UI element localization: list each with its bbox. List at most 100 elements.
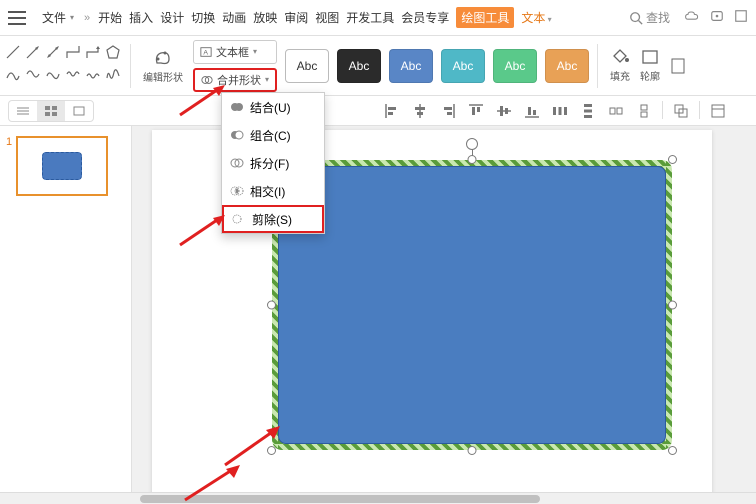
outline-tool[interactable]: 轮廓 xyxy=(636,48,664,83)
menu-intersect-label: 相交(I) xyxy=(250,183,285,200)
line-shapes-gallery[interactable] xyxy=(4,45,122,87)
outline-view-btn[interactable] xyxy=(9,101,37,121)
horizontal-scrollbar[interactable] xyxy=(0,492,756,504)
menu-intersect[interactable]: 相交(I) xyxy=(222,177,324,205)
settings-icon[interactable] xyxy=(734,9,748,26)
equal-width-btn[interactable] xyxy=(606,101,626,121)
arrow-icon[interactable] xyxy=(25,44,41,65)
menu-combine[interactable]: 组合(C) xyxy=(222,121,324,149)
style-white[interactable]: Abc xyxy=(285,49,329,83)
tab-design[interactable]: 设计 xyxy=(160,9,184,26)
handle-ne[interactable] xyxy=(668,155,677,164)
tab-text-tools[interactable]: 文本 xyxy=(521,9,551,26)
menu-icon xyxy=(8,11,26,25)
ribbon-tabs: 开始 插入 设计 切换 动画 放映 审阅 视图 开发工具 会员专享 绘图工具 文… xyxy=(98,7,629,28)
tab-transition[interactable]: 切换 xyxy=(191,9,215,26)
curve2-icon[interactable] xyxy=(25,66,41,87)
style-blue[interactable]: Abc xyxy=(389,49,433,83)
edit-shape-tool[interactable]: 编辑形状 xyxy=(139,47,187,84)
align-top-btn[interactable] xyxy=(466,101,486,121)
wave2-icon[interactable] xyxy=(85,66,101,87)
align-middle-btn[interactable] xyxy=(494,101,514,121)
shape-style-gallery: Abc Abc Abc Abc Abc Abc xyxy=(285,49,589,83)
fill-tool[interactable]: 填充 xyxy=(606,48,634,83)
bucket-icon xyxy=(610,48,630,66)
line-icon[interactable] xyxy=(5,44,21,65)
style-teal[interactable]: Abc xyxy=(441,49,485,83)
tab-member[interactable]: 会员专享 xyxy=(401,9,449,26)
tab-play[interactable]: 放映 xyxy=(253,9,277,26)
handle-n[interactable] xyxy=(468,155,477,164)
divider xyxy=(597,44,598,88)
search-icon xyxy=(629,11,643,25)
overflow-icon[interactable]: » xyxy=(84,12,90,24)
textbox-dropdown[interactable]: A 文本框 ▾ xyxy=(193,40,277,64)
combine-shapes-dropdown[interactable]: 合并形状 ▾ xyxy=(193,68,277,92)
menu-combine-label: 组合(C) xyxy=(250,127,291,144)
selected-shape[interactable] xyxy=(272,160,672,450)
search-label: 查找 xyxy=(646,9,670,26)
distribute-v-btn[interactable] xyxy=(578,101,598,121)
double-arrow-icon[interactable] xyxy=(45,44,61,65)
wave-icon[interactable] xyxy=(65,66,81,87)
handle-e[interactable] xyxy=(668,301,677,310)
style-green[interactable]: Abc xyxy=(493,49,537,83)
sub-toolbar xyxy=(0,96,756,126)
tab-start[interactable]: 开始 xyxy=(98,9,122,26)
file-menu[interactable]: 文件 ▾ xyxy=(42,9,74,26)
menu-subtract[interactable]: 剪除(S) xyxy=(222,205,324,233)
tab-animation[interactable]: 动画 xyxy=(222,9,246,26)
menu-fragment[interactable]: 拆分(F) xyxy=(222,149,324,177)
thumb-shape xyxy=(42,152,82,180)
align-right-btn[interactable] xyxy=(438,101,458,121)
outline-label: 轮廓 xyxy=(640,68,660,83)
menu-union[interactable]: 结合(U) xyxy=(222,93,324,121)
more-tool[interactable] xyxy=(666,57,690,75)
tab-view[interactable]: 视图 xyxy=(315,9,339,26)
cloud-icon[interactable] xyxy=(684,9,700,26)
selection-pane-btn[interactable] xyxy=(708,101,728,121)
handle-sw[interactable] xyxy=(267,446,276,455)
tab-devtools[interactable]: 开发工具 xyxy=(346,9,394,26)
combine-icon xyxy=(201,74,213,86)
group-btn[interactable] xyxy=(671,101,691,121)
caret-down-icon: ▾ xyxy=(70,13,74,22)
hamburger-menu[interactable] xyxy=(8,11,32,25)
divider xyxy=(662,101,663,119)
outline-icon xyxy=(640,48,660,66)
equal-height-btn[interactable] xyxy=(634,101,654,121)
scrollbar-thumb[interactable] xyxy=(140,495,540,503)
thumbnail-view-btn[interactable] xyxy=(37,101,65,121)
slide-thumbnail-panel: 1 xyxy=(0,126,132,492)
elbow-arrow-icon[interactable] xyxy=(85,44,101,65)
slide-thumbnail-1[interactable] xyxy=(16,136,108,196)
tab-insert[interactable]: 插入 xyxy=(129,9,153,26)
fill-label: 填充 xyxy=(610,68,630,83)
caret-icon: ▾ xyxy=(265,75,269,84)
style-black[interactable]: Abc xyxy=(337,49,381,83)
elbow-icon[interactable] xyxy=(65,44,81,65)
rotation-handle[interactable] xyxy=(466,138,478,150)
freeform-icon[interactable] xyxy=(105,44,121,65)
curve-icon[interactable] xyxy=(5,66,21,87)
style-orange[interactable]: Abc xyxy=(545,49,589,83)
handle-se[interactable] xyxy=(668,446,677,455)
scribble-icon[interactable] xyxy=(105,66,121,87)
handle-w[interactable] xyxy=(267,301,276,310)
textbox-icon: A xyxy=(200,46,212,58)
combine-label: 合并形状 xyxy=(217,72,261,88)
intersect-icon xyxy=(230,184,244,198)
notify-icon[interactable] xyxy=(710,9,724,26)
distribute-h-btn[interactable] xyxy=(550,101,570,121)
caret-icon: ▾ xyxy=(253,47,257,56)
align-left-btn[interactable] xyxy=(382,101,402,121)
handle-s[interactable] xyxy=(468,446,477,455)
slide-number: 1 xyxy=(6,136,12,196)
align-center-h-btn[interactable] xyxy=(410,101,430,121)
tab-drawing-tools[interactable]: 绘图工具 xyxy=(456,7,514,28)
tab-review[interactable]: 审阅 xyxy=(284,9,308,26)
slide-view-btn[interactable] xyxy=(65,101,93,121)
align-bottom-btn[interactable] xyxy=(522,101,542,121)
curve3-icon[interactable] xyxy=(45,66,61,87)
search-button[interactable]: 查找 xyxy=(629,9,670,26)
